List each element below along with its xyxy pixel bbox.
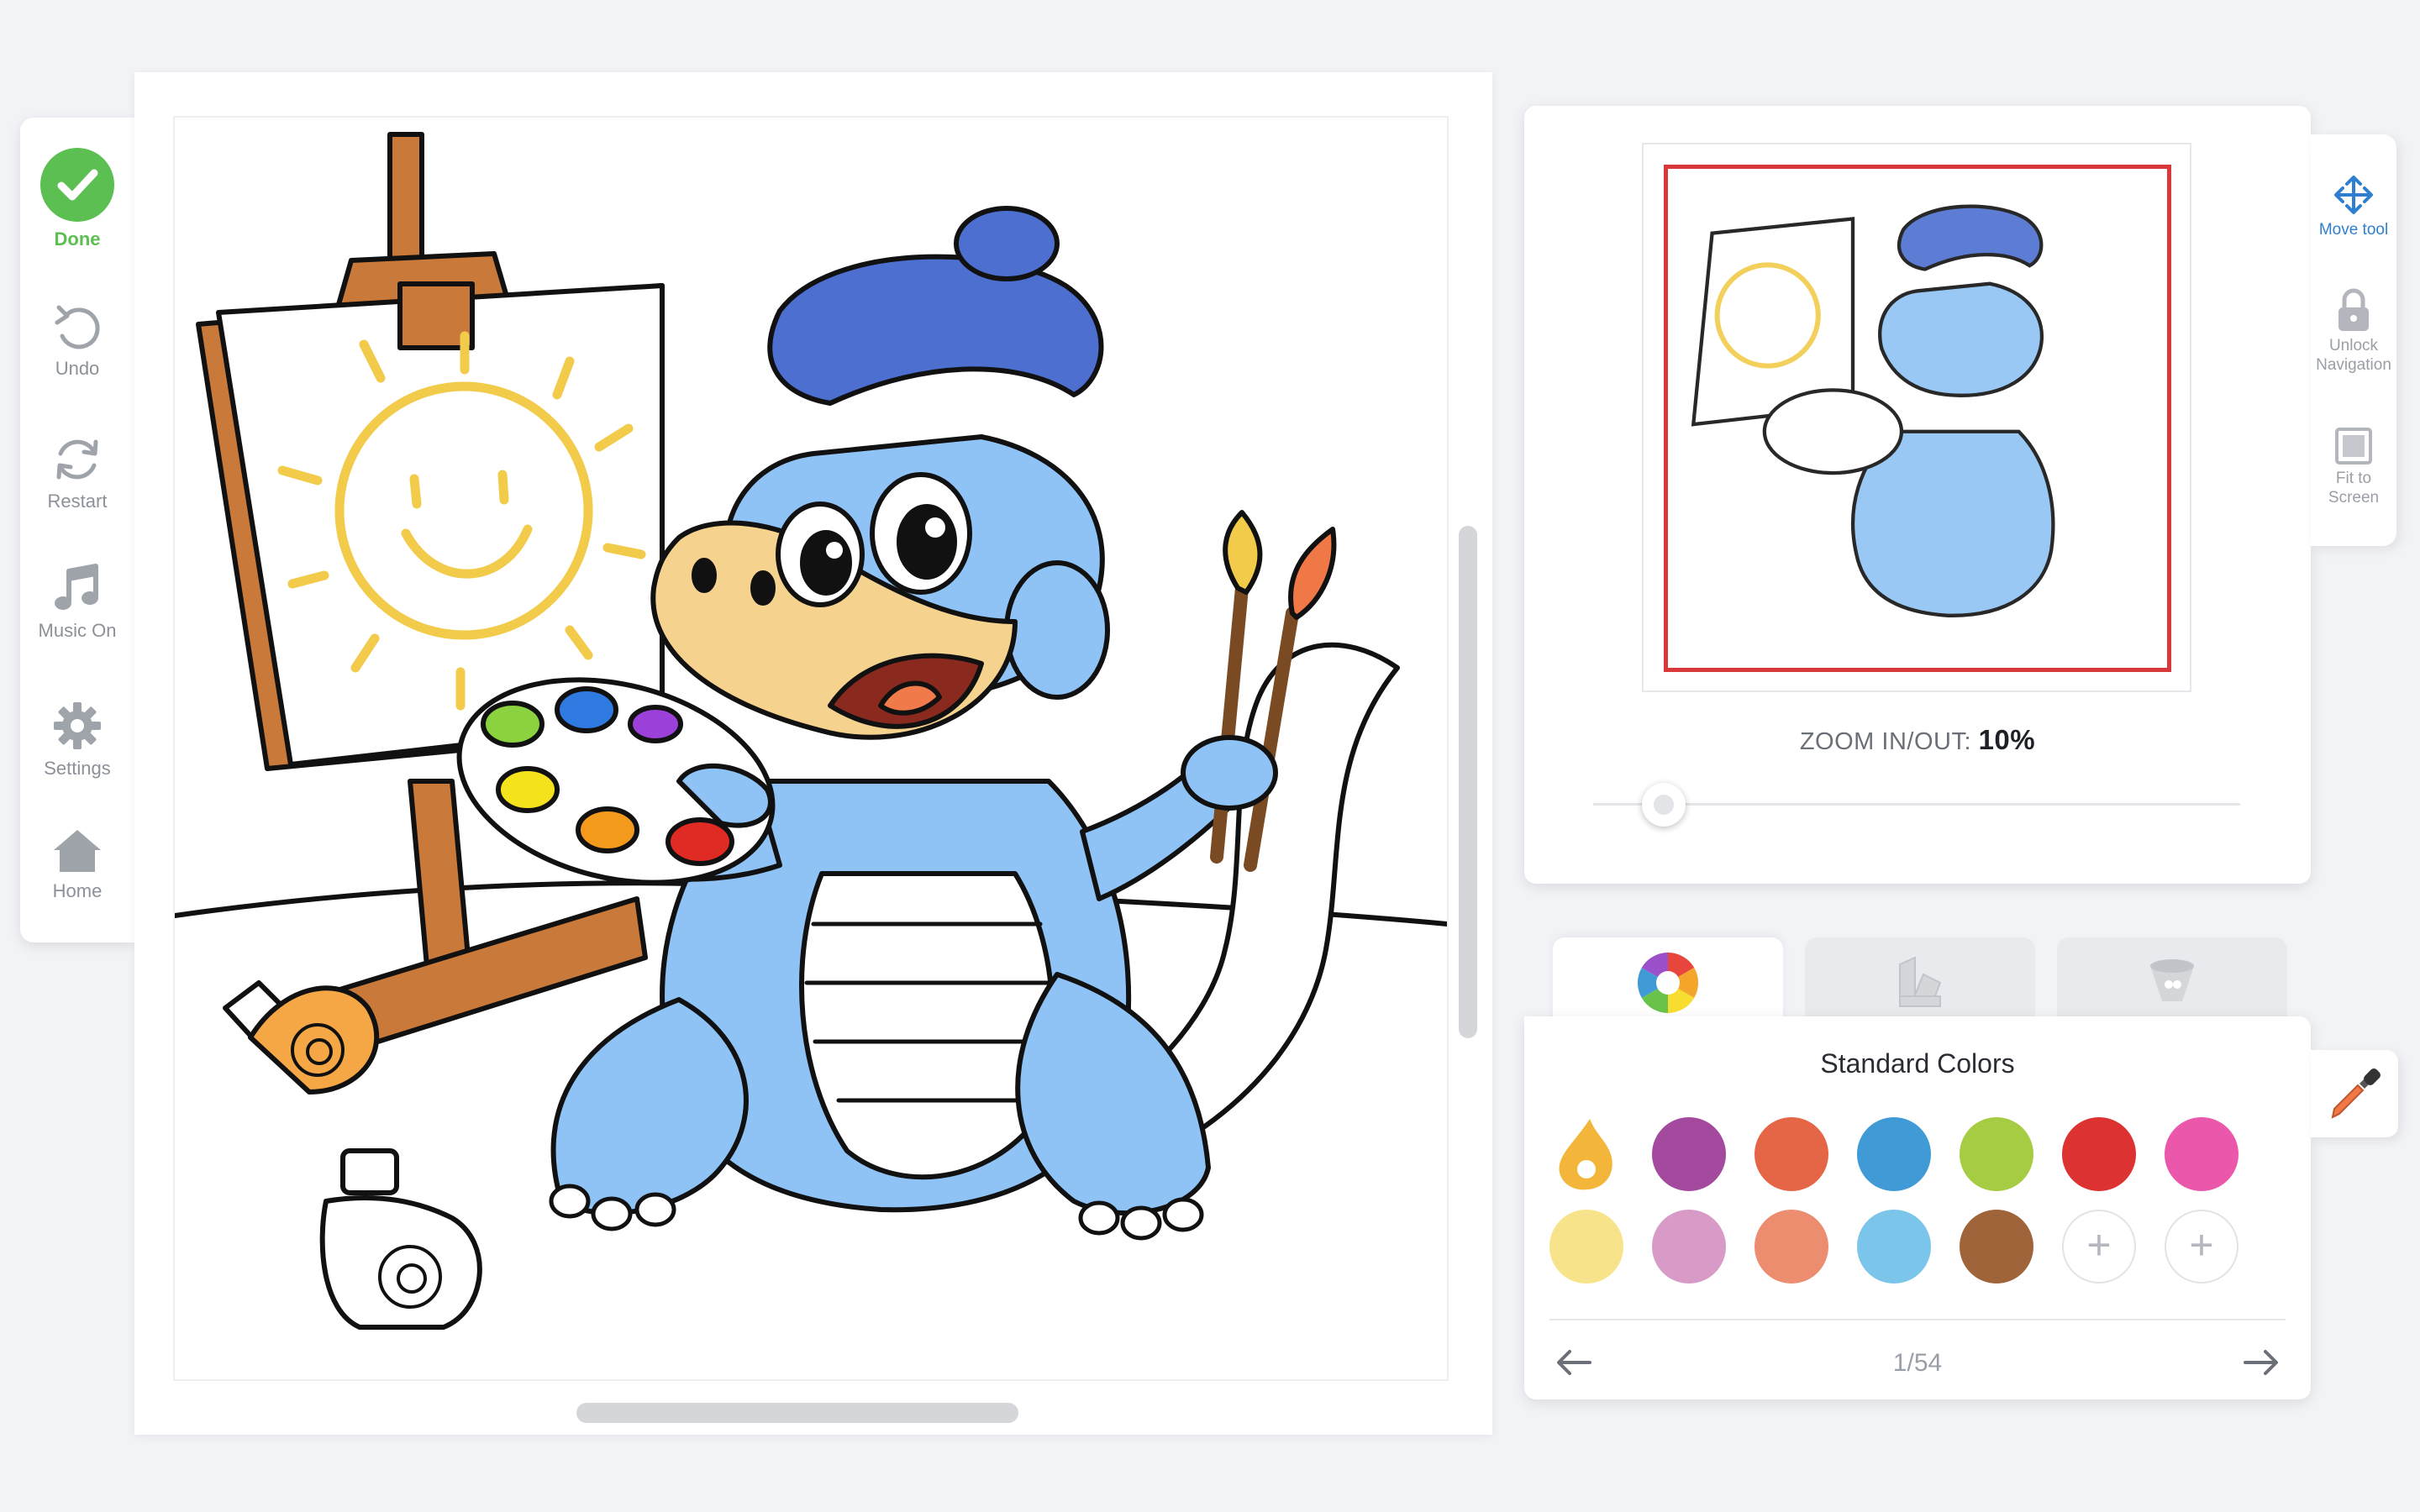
zoom-slider-handle[interactable] [1642, 783, 1686, 827]
texture-tiles-icon [1899, 956, 1942, 1007]
color-swatch[interactable] [1652, 1210, 1726, 1284]
color-swatch[interactable] [2062, 1117, 2136, 1191]
unlock-label-2: Navigation [2316, 356, 2391, 374]
dinosaur-painter-drawing[interactable] [175, 118, 1447, 1379]
add-color-button[interactable]: + [2062, 1210, 2136, 1284]
navigator-panel: ZOOM IN/OUT: 10% [1524, 106, 2311, 884]
lock-icon [2338, 288, 2369, 331]
paint-cup-icon [2150, 959, 2194, 1001]
coloring-canvas[interactable] [173, 116, 1449, 1381]
vertical-scrollbar[interactable] [1459, 526, 1477, 1038]
fit-screen-icon [2335, 428, 2372, 465]
color-swatch[interactable] [1857, 1117, 1931, 1191]
home-button[interactable]: Home [20, 825, 134, 902]
restart-label: Restart [47, 491, 108, 512]
music-label: Music On [38, 620, 117, 641]
home-label: Home [52, 880, 103, 901]
zoom-readout: ZOOM IN/OUT: 10% [1524, 724, 2311, 756]
color-swatch-selected[interactable] [1549, 1117, 1623, 1191]
eyedropper-icon [2331, 1068, 2381, 1119]
palette-divider [1549, 1319, 2286, 1320]
color-swatch[interactable] [1549, 1210, 1623, 1284]
zoom-label: ZOOM IN/OUT: [1799, 728, 1972, 755]
side-toolbar: Done Undo Restart Music On Settings Home [20, 118, 134, 942]
move-arrows-icon [2334, 176, 2373, 214]
next-page-button[interactable] [2235, 1337, 2286, 1388]
selected-color-drop-icon [1559, 1119, 1612, 1190]
viewport-indicator[interactable] [1664, 165, 2171, 672]
done-button[interactable]: Done [20, 146, 134, 250]
settings-label: Settings [44, 758, 111, 779]
color-swatch[interactable] [1754, 1117, 1828, 1191]
color-swatch[interactable] [1960, 1210, 2033, 1284]
unlock-navigation-button[interactable]: Unlock Navigation [2311, 287, 2396, 375]
color-swatch[interactable] [2165, 1117, 2238, 1191]
gear-icon [54, 702, 101, 749]
undo-button[interactable]: Undo [20, 302, 134, 380]
coloring-canvas-panel [134, 72, 1492, 1435]
fit-label-2: Screen [2328, 489, 2380, 507]
home-icon [54, 830, 101, 872]
tab-patterns[interactable] [2057, 937, 2287, 1018]
add-color-button[interactable]: + [2165, 1210, 2238, 1284]
color-swatch[interactable] [1857, 1210, 1931, 1284]
restart-button[interactable]: Restart [20, 433, 134, 512]
arrow-right-icon [2244, 1350, 2278, 1375]
page-indicator: 1/54 [1892, 1349, 1943, 1377]
horizontal-scrollbar[interactable] [576, 1403, 1018, 1423]
fit-to-screen-button[interactable]: Fit to Screen [2311, 427, 2396, 507]
undo-icon [55, 305, 100, 349]
eyedropper-button[interactable] [2311, 1050, 2398, 1137]
restart-icon [56, 439, 98, 480]
settings-button[interactable]: Settings [20, 699, 134, 780]
color-swatch[interactable] [1652, 1117, 1726, 1191]
palette-title: Standard Colors [1820, 1048, 2015, 1079]
done-label: Done [54, 228, 101, 249]
color-wheel-icon [1637, 953, 1699, 1013]
undo-label: Undo [55, 358, 100, 379]
unlock-label-1: Unlock [2328, 337, 2379, 354]
tab-textures[interactable] [1805, 937, 2035, 1018]
music-button[interactable]: Music On [20, 561, 134, 642]
zoom-slider-track[interactable] [1593, 803, 2240, 806]
fit-label-1: Fit to [2335, 470, 2372, 487]
move-tool-button[interactable]: Move tool [2311, 173, 2396, 239]
navigator-thumbnail[interactable] [1642, 143, 2191, 692]
music-note-icon [55, 564, 98, 610]
move-tool-label: Move tool [2318, 221, 2389, 239]
navigator-tools: Move tool Unlock Navigation Fit to Scree… [2311, 134, 2396, 546]
color-swatch[interactable] [1754, 1210, 1828, 1284]
color-swatch[interactable] [1960, 1117, 2033, 1191]
color-palette-panel: Standard Colors + + 1/54 [1524, 1016, 2311, 1399]
zoom-value: 10% [1978, 724, 2036, 755]
checkmark-icon [40, 148, 114, 222]
